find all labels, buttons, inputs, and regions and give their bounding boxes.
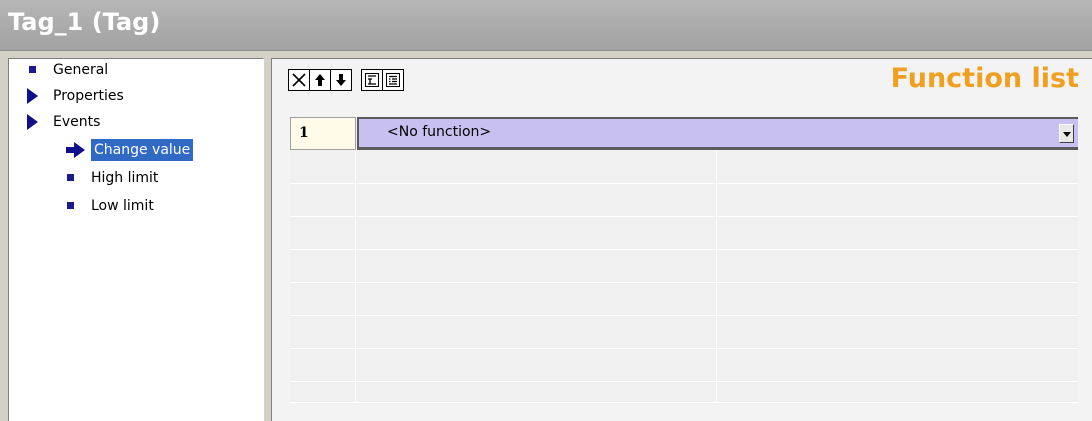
table-row[interactable] bbox=[290, 349, 1078, 382]
table-row[interactable] bbox=[290, 382, 1078, 403]
table-cell[interactable] bbox=[357, 316, 717, 349]
row-number bbox=[290, 151, 356, 184]
list-button[interactable] bbox=[382, 69, 404, 91]
chevron-down-icon[interactable] bbox=[1059, 124, 1074, 143]
bullet-icon bbox=[67, 174, 74, 181]
table-cell[interactable] bbox=[718, 316, 1078, 349]
indent-button[interactable] bbox=[361, 69, 383, 91]
table-row[interactable] bbox=[290, 316, 1078, 349]
delete-icon bbox=[292, 73, 306, 87]
row-number bbox=[290, 217, 356, 250]
row-number bbox=[290, 184, 356, 217]
table-cell[interactable] bbox=[718, 151, 1078, 184]
selected-arrow-icon bbox=[66, 142, 85, 158]
delete-button[interactable] bbox=[288, 69, 310, 91]
tree-item-general[interactable]: General bbox=[9, 59, 249, 81]
window-title: Tag_1 (Tag) bbox=[8, 8, 161, 36]
table-row[interactable] bbox=[290, 283, 1078, 316]
tree-item-label: Change value bbox=[91, 139, 194, 161]
table-cell[interactable] bbox=[357, 217, 717, 250]
table-row[interactable] bbox=[290, 250, 1078, 283]
event-tree: General Properties Events Change value H… bbox=[8, 58, 264, 421]
function-list-panel: Function list 1 <No function> bbox=[271, 58, 1092, 421]
row-number: 1 bbox=[290, 117, 356, 150]
table-cell[interactable] bbox=[718, 184, 1078, 217]
tree-item-properties[interactable]: Properties bbox=[9, 85, 249, 107]
move-down-icon bbox=[336, 74, 346, 86]
tree-item-events[interactable]: Events bbox=[9, 111, 249, 133]
indent-icon bbox=[365, 73, 379, 87]
bullet-icon bbox=[67, 202, 74, 209]
table-cell[interactable] bbox=[718, 250, 1078, 283]
bullet-icon bbox=[29, 66, 36, 73]
table-row[interactable] bbox=[290, 217, 1078, 250]
table-cell[interactable] bbox=[357, 283, 717, 316]
row-number bbox=[290, 316, 356, 349]
table-row[interactable] bbox=[290, 184, 1078, 217]
function-table: 1 <No function> bbox=[290, 117, 1078, 403]
function-select[interactable]: <No function> bbox=[357, 117, 1078, 150]
table-row[interactable] bbox=[290, 151, 1078, 184]
row-number bbox=[290, 283, 356, 316]
tree-item-label: Events bbox=[53, 114, 101, 130]
table-cell[interactable] bbox=[718, 382, 1078, 403]
tree-item-label: General bbox=[53, 62, 109, 78]
function-select-value: <No function> bbox=[387, 124, 492, 140]
title-bar: Tag_1 (Tag) bbox=[0, 0, 1092, 51]
table-cell[interactable] bbox=[718, 349, 1078, 382]
function-list-heading: Function list bbox=[890, 63, 1079, 94]
tree-item-change-value[interactable]: Change value bbox=[9, 139, 249, 161]
tree-item-label: Properties bbox=[53, 88, 124, 104]
move-up-button[interactable] bbox=[309, 69, 331, 91]
table-cell[interactable] bbox=[357, 184, 717, 217]
table-cell[interactable] bbox=[357, 349, 717, 382]
move-up-icon bbox=[315, 74, 325, 86]
row-number bbox=[290, 382, 356, 403]
table-cell[interactable] bbox=[357, 250, 717, 283]
list-icon bbox=[386, 73, 400, 87]
tree-item-label: High limit bbox=[91, 170, 159, 186]
table-row[interactable]: 1 <No function> bbox=[290, 117, 1078, 150]
expand-arrow-icon[interactable] bbox=[27, 114, 38, 130]
row-number bbox=[290, 250, 356, 283]
table-cell[interactable] bbox=[718, 217, 1078, 250]
table-cell[interactable] bbox=[718, 283, 1078, 316]
tree-item-high-limit[interactable]: High limit bbox=[9, 167, 249, 189]
tree-item-label: Low limit bbox=[91, 198, 154, 214]
row-number bbox=[290, 349, 356, 382]
tree-item-low-limit[interactable]: Low limit bbox=[9, 195, 249, 217]
expand-arrow-icon[interactable] bbox=[27, 88, 38, 104]
table-cell[interactable] bbox=[357, 382, 717, 403]
move-down-button[interactable] bbox=[330, 69, 352, 91]
table-cell[interactable] bbox=[357, 151, 717, 184]
